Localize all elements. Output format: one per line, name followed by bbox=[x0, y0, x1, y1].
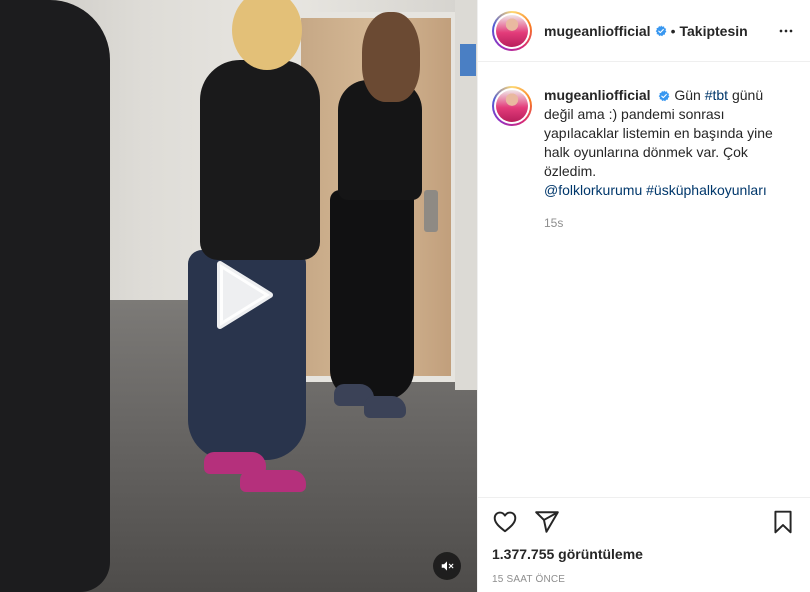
avatar-image bbox=[496, 90, 528, 122]
like-button[interactable] bbox=[492, 506, 524, 538]
avatar-image bbox=[496, 14, 528, 47]
mute-button[interactable] bbox=[433, 552, 461, 580]
following-button[interactable]: Takiptesin bbox=[679, 23, 747, 39]
caption-avatar[interactable] bbox=[492, 86, 532, 126]
mention-link[interactable]: @folklorkurumu bbox=[544, 182, 642, 198]
dancer-right-head bbox=[362, 12, 420, 102]
caption: mugeanliofficial Gün #tbt günü değil ama… bbox=[544, 86, 784, 497]
dancer-right-legs bbox=[330, 190, 414, 400]
paper-plane-icon bbox=[535, 511, 559, 533]
dancer-right-shoe bbox=[364, 396, 406, 418]
verified-badge-icon bbox=[658, 90, 670, 102]
separator-dot: • bbox=[670, 22, 676, 39]
video-wall-sign bbox=[460, 44, 476, 76]
avatar[interactable] bbox=[492, 10, 532, 51]
play-button[interactable] bbox=[206, 260, 276, 330]
hashtag-link[interactable]: #tbt bbox=[705, 87, 728, 103]
play-icon bbox=[217, 261, 273, 329]
dancer-left bbox=[0, 0, 110, 592]
caption-username[interactable]: mugeanliofficial bbox=[544, 87, 651, 103]
caption-tags: @folklorkurumu #üsküphalkoyunları bbox=[544, 181, 784, 200]
bookmark-icon bbox=[774, 510, 792, 534]
post-details-panel: mugeanliofficial • Takiptesin mugeanliof… bbox=[477, 0, 810, 592]
view-count[interactable]: 1.377.755 görüntüleme bbox=[478, 546, 810, 564]
share-button[interactable] bbox=[534, 506, 566, 538]
sound-off-icon bbox=[441, 561, 454, 571]
hashtag-link[interactable]: #üsküphalkoyunları bbox=[646, 182, 767, 198]
caption-section: mugeanliofficial Gün #tbt günü değil ama… bbox=[478, 62, 810, 498]
post-username[interactable]: mugeanliofficial bbox=[544, 23, 651, 39]
post-timestamp[interactable]: 15 SAAT ÖNCE bbox=[478, 564, 810, 585]
post-video[interactable] bbox=[0, 0, 477, 592]
caption-text-part: Gün bbox=[674, 87, 705, 103]
caption-timestamp[interactable]: 15s bbox=[544, 214, 784, 233]
dancer-middle-body bbox=[200, 60, 320, 260]
dancer-middle-shoe bbox=[240, 470, 306, 492]
post-header: mugeanliofficial • Takiptesin bbox=[478, 0, 810, 62]
video-door-handle bbox=[424, 190, 438, 232]
save-button[interactable] bbox=[764, 506, 796, 538]
verified-badge-icon bbox=[655, 25, 667, 37]
caption-text: mugeanliofficial Gün #tbt günü değil ama… bbox=[544, 86, 784, 181]
heart-icon bbox=[493, 511, 517, 533]
action-bar bbox=[478, 498, 810, 546]
more-options-button[interactable] bbox=[776, 21, 796, 41]
more-options-icon bbox=[779, 29, 793, 32]
